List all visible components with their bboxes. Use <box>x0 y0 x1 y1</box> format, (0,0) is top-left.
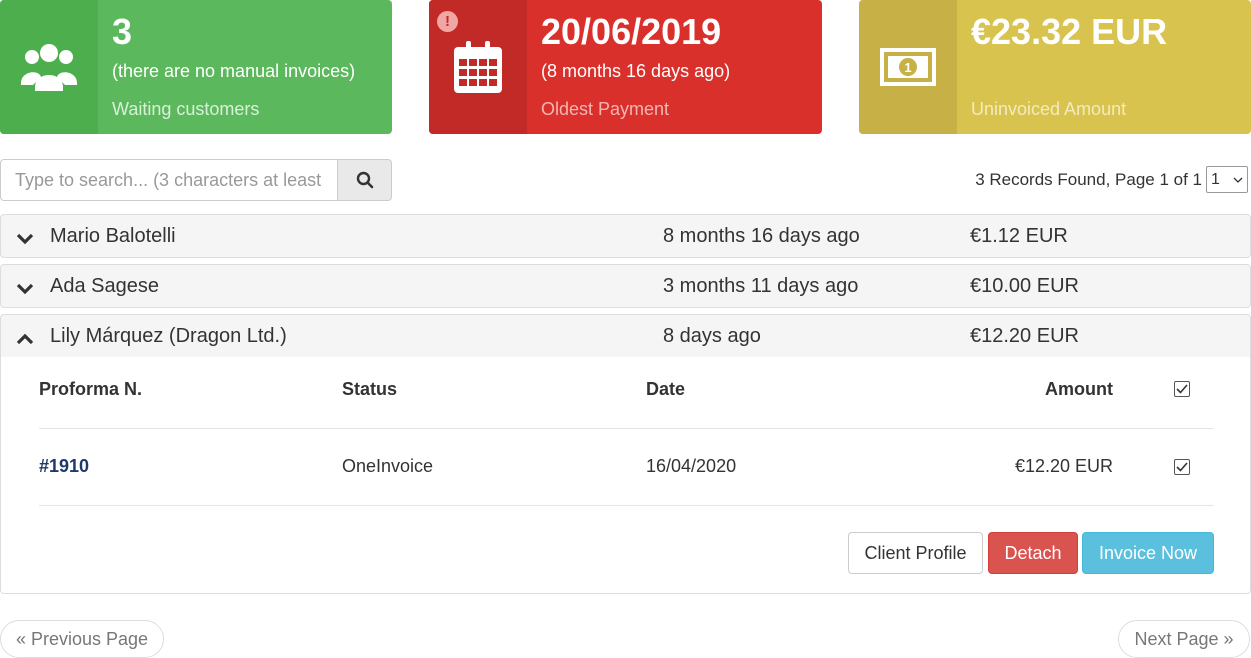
search-input[interactable] <box>0 159 338 201</box>
chevron-down-icon <box>16 278 34 301</box>
oldest-date: 20/06/2019 <box>541 11 722 52</box>
waiting-count: 3 <box>112 11 133 52</box>
chevron-down-icon <box>16 228 34 251</box>
waiting-caption: Waiting customers <box>112 99 260 119</box>
proforma-amount: €12.20 EUR <box>1014 456 1113 476</box>
proforma-date: 16/04/2020 <box>646 456 737 476</box>
header-status: Status <box>342 379 398 399</box>
customer-detail-panel: Proforma N. Status Date Amount #1910 One… <box>0 357 1251 594</box>
header-amount: Amount <box>1045 379 1113 399</box>
customer-age: 8 months 16 days ago <box>663 225 860 247</box>
chevron-down-icon <box>1233 177 1243 183</box>
invoice-now-button[interactable]: Invoice Now <box>1082 532 1214 574</box>
customer-row-expanded[interactable]: Lily Márquez (Dragon Ltd.) 8 days ago €1… <box>0 314 1251 358</box>
calendar-icon <box>454 41 502 93</box>
page-select[interactable]: 1 <box>1206 166 1248 193</box>
waiting-customers-card: 3 (there are no manual invoices) Waiting… <box>0 0 392 134</box>
customer-age: 3 months 11 days ago <box>663 275 859 297</box>
proforma-link[interactable]: #1910 <box>39 456 89 477</box>
previous-page-button[interactable]: « Previous Page <box>0 620 164 658</box>
alert-icon: ! <box>437 11 458 32</box>
detail-table-header: Proforma N. Status Date Amount <box>39 379 1214 429</box>
header-date: Date <box>646 379 686 399</box>
table-row: #1910 OneInvoice 16/04/2020 €12.20 EUR <box>39 429 1214 506</box>
chevron-up-icon <box>16 328 34 351</box>
row-checkbox[interactable] <box>1174 459 1190 475</box>
customer-row[interactable]: Ada Sagese 3 months 11 days ago €10.00 E… <box>0 264 1251 308</box>
search-button[interactable] <box>338 159 392 201</box>
proforma-status: OneInvoice <box>342 456 434 476</box>
customer-name: Lily Márquez (Dragon Ltd.) <box>50 325 287 347</box>
users-icon <box>0 0 98 134</box>
next-page-button[interactable]: Next Page » <box>1118 620 1250 658</box>
customer-amount: €1.12 EUR <box>970 225 1068 247</box>
select-all-checkbox[interactable] <box>1174 381 1190 397</box>
page-select-value: 1 <box>1211 170 1220 188</box>
waiting-subtext: (there are no manual invoices) <box>112 61 356 81</box>
uninvoiced-caption: Uninvoiced Amount <box>971 99 1127 119</box>
customer-row[interactable]: Mario Balotelli 8 months 16 days ago €1.… <box>0 214 1251 258</box>
search-group <box>0 159 392 201</box>
uninvoiced-value: €23.32 EUR <box>971 11 1168 52</box>
uninvoiced-amount-card: 1 €23.32 EUR Uninvoiced Amount <box>859 0 1251 134</box>
client-profile-button[interactable]: Client Profile <box>848 532 983 574</box>
svg-text:1: 1 <box>904 60 911 75</box>
money-icon: 1 <box>859 0 957 134</box>
oldest-payment-card: ! 20/06/2019 (8 months 16 days ago) Olde… <box>429 0 822 134</box>
oldest-subtext: (8 months 16 days ago) <box>541 61 731 81</box>
records-text: 3 Records Found, Page 1 of 1 <box>975 169 1202 189</box>
customer-name: Mario Balotelli <box>50 225 176 247</box>
records-info: 3 Records Found, Page 1 of 1 1 <box>975 166 1248 193</box>
customer-name: Ada Sagese <box>50 275 159 297</box>
header-proforma: Proforma N. <box>39 379 143 399</box>
detach-button[interactable]: Detach <box>988 532 1078 574</box>
customer-amount: €12.20 EUR <box>970 325 1079 347</box>
customer-age: 8 days ago <box>663 325 761 347</box>
customer-amount: €10.00 EUR <box>970 275 1079 297</box>
search-icon <box>356 171 373 189</box>
oldest-caption: Oldest Payment <box>541 99 670 119</box>
